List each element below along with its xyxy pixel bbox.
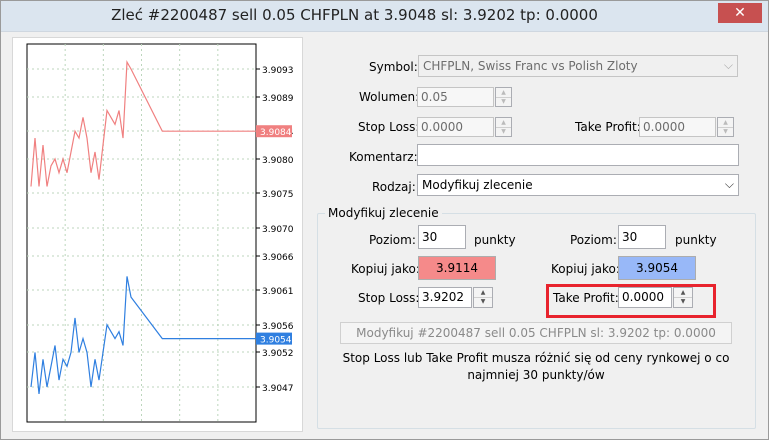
takeprofit-label: Take Profit: bbox=[575, 120, 641, 134]
dialog-body: 3.9093 3.9089 3.9084 3.9080 3.9075 3.9070 3.90… bbox=[8, 32, 761, 434]
arrow-down-icon: ▼ bbox=[501, 128, 506, 135]
copy-left-button[interactable]: 3.9114 bbox=[418, 256, 496, 280]
tick-label: 3.9052 bbox=[262, 349, 294, 359]
modify-sl-label: Stop Loss: bbox=[358, 291, 420, 305]
level-right-label: Poziom: bbox=[570, 233, 617, 247]
symbol-label: Symbol: bbox=[369, 60, 418, 74]
tick-label: 3.9070 bbox=[262, 225, 294, 235]
modify-sl-input[interactable]: 3.9202 bbox=[418, 287, 472, 308]
tick-label: 3.9080 bbox=[262, 156, 294, 166]
chevron-down-icon: ⌵ bbox=[723, 58, 733, 72]
order-dialog: Zleć #2200487 sell 0.05 CHFPLN at 3.9048… bbox=[0, 0, 769, 440]
arrow-down-icon: ▼ bbox=[723, 128, 728, 135]
volume-label: Wolumen: bbox=[359, 90, 420, 104]
chart-svg: 3.9093 3.9089 3.9084 3.9080 3.9075 3.9070 3.90… bbox=[26, 43, 294, 423]
tick-label: 3.9056 bbox=[262, 322, 294, 332]
close-icon: ✕ bbox=[734, 5, 746, 21]
type-select[interactable]: Modyfikuj zlecenie ⌵ bbox=[417, 174, 739, 196]
level-left-input[interactable]: 30 bbox=[418, 225, 466, 249]
validation-note: Stop Loss lub Take Profit musza różnić s… bbox=[342, 351, 730, 382]
title-bar[interactable]: Zleć #2200487 sell 0.05 CHFPLN at 3.9048… bbox=[1, 1, 768, 32]
symbol-select: CHFPLN, Swiss Franc vs Polish Zloty ⌵ bbox=[418, 55, 738, 77]
takeprofit-stepper: ▲ ▼ bbox=[717, 117, 734, 137]
volume-input: 0.05 bbox=[417, 87, 494, 107]
stoploss-label: Stop Loss: bbox=[358, 120, 420, 134]
stoploss-input: 0.0000 bbox=[417, 117, 494, 137]
close-button[interactable]: ✕ bbox=[718, 3, 762, 23]
comment-label: Komentarz: bbox=[349, 150, 418, 164]
copy-right-label: Kopiuj jako: bbox=[551, 262, 620, 276]
points-right-label: punkty bbox=[675, 233, 717, 247]
copy-right-button[interactable]: 3.9054 bbox=[618, 256, 696, 280]
bid-price-tag: 3.9054 bbox=[260, 336, 292, 346]
points-left-label: punkty bbox=[474, 233, 516, 247]
takeprofit-input: 0.0000 bbox=[639, 117, 716, 137]
level-right-input[interactable]: 30 bbox=[618, 225, 666, 249]
type-label: Rodzaj: bbox=[372, 180, 416, 194]
tick-label: 3.9093 bbox=[262, 66, 294, 76]
level-left-label: Poziom: bbox=[369, 233, 416, 247]
type-value: Modyfikuj zlecenie bbox=[422, 178, 533, 192]
window-title: Zleć #2200487 sell 0.05 CHFPLN at 3.9048… bbox=[111, 6, 598, 24]
tick-label: 3.9089 bbox=[262, 94, 294, 104]
modify-order-button[interactable]: Modyfikuj #2200487 sell 0.05 CHFPLN sl: … bbox=[340, 322, 732, 344]
ask-price-tag: 3.9084 bbox=[260, 128, 292, 138]
tick-label: 3.9066 bbox=[262, 253, 294, 263]
highlight-box bbox=[546, 284, 716, 318]
stoploss-stepper: ▲ ▼ bbox=[495, 117, 512, 137]
chevron-down-icon: ⌵ bbox=[724, 177, 734, 191]
symbol-value: CHFPLN, Swiss Franc vs Polish Zloty bbox=[423, 59, 638, 73]
arrow-down-icon[interactable]: ▼ bbox=[474, 297, 492, 306]
volume-stepper: ▲ ▼ bbox=[495, 87, 512, 107]
copy-left-label: Kopiuj jako: bbox=[351, 262, 420, 276]
tick-label: 3.9075 bbox=[262, 190, 294, 200]
modify-group-label: Modyfikuj zlecenie bbox=[325, 206, 442, 220]
comment-input[interactable] bbox=[417, 144, 739, 166]
price-chart: 3.9093 3.9089 3.9084 3.9080 3.9075 3.9070 3.90… bbox=[12, 37, 303, 432]
arrow-down-icon: ▼ bbox=[501, 98, 506, 105]
modify-sl-stepper[interactable]: ▲ ▼ bbox=[473, 287, 493, 308]
tick-label: 3.9047 bbox=[262, 384, 294, 394]
tick-label: 3.9061 bbox=[262, 287, 294, 297]
